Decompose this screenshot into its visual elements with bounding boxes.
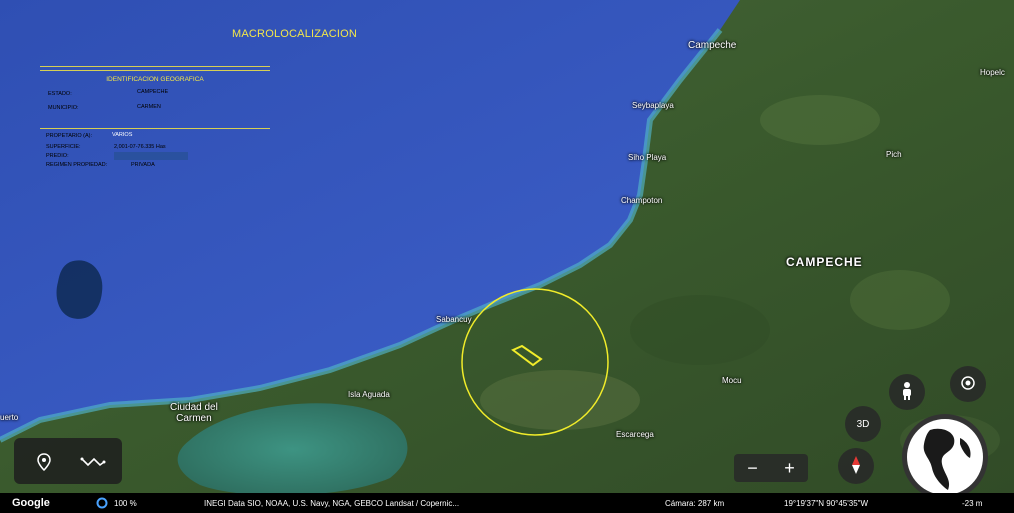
regimen-value: PRIVADA xyxy=(131,162,155,168)
place-label[interactable]: Pich xyxy=(886,150,902,159)
place-label[interactable]: uerto xyxy=(0,413,18,422)
elevation: -23 m xyxy=(962,498,983,508)
map-title: MACROLOCALIZACION xyxy=(232,28,358,40)
location-target-icon xyxy=(959,374,977,395)
compass-icon xyxy=(850,455,862,478)
state-label: CAMPECHE xyxy=(786,255,863,269)
place-label[interactable]: Hopelc xyxy=(980,68,1005,77)
place-label[interactable]: Mocu xyxy=(722,376,742,385)
camera-altitude: Cámara: 287 km xyxy=(665,498,725,508)
3d-toggle-button[interactable]: 3D xyxy=(845,406,881,442)
loading-ring-icon xyxy=(96,497,108,511)
zoom-out-button[interactable]: − xyxy=(747,458,758,479)
municipio-label: MUNICIPIO: xyxy=(48,105,79,111)
deep-water-patch xyxy=(56,260,103,319)
globe-navigator[interactable] xyxy=(902,414,988,500)
superficie-label: SUPERFICIE: xyxy=(46,144,81,150)
place-label[interactable]: Campeche xyxy=(688,40,736,51)
regimen-label: REGIMEN PROPIEDAD: xyxy=(46,162,108,168)
place-label[interactable]: Isla Aguada xyxy=(348,390,390,399)
loading-percent: 100 % xyxy=(114,498,137,508)
place-label[interactable]: Sabancuy xyxy=(436,315,472,324)
place-label[interactable]: Seybaplaya xyxy=(632,101,674,110)
place-label[interactable]: Escarcega xyxy=(616,430,654,439)
coordinates: 19°19'37"N 90°45'35"W xyxy=(784,498,869,508)
predio-value-box xyxy=(114,152,188,160)
zoom-controls: − + xyxy=(734,454,808,482)
estado-value: CAMPECHE xyxy=(137,89,169,95)
placemark-icon[interactable] xyxy=(36,453,52,476)
tools-panel xyxy=(14,438,122,484)
attribution[interactable]: INEGI Data SIO, NOAA, U.S. Navy, NGA, GE… xyxy=(204,499,459,508)
place-label[interactable]: Ciudad del Carmen xyxy=(170,402,218,424)
google-logo: Google xyxy=(12,497,50,509)
predio-label: PREDIO: xyxy=(46,153,69,159)
place-label[interactable]: Siho Playa xyxy=(628,153,666,162)
place-label[interactable]: Champoton xyxy=(621,196,662,205)
pegman-icon xyxy=(900,381,914,404)
municipio-value: CARMEN xyxy=(137,104,161,110)
divider xyxy=(40,70,270,71)
propietario-value: VARIOS xyxy=(112,132,133,138)
path-icon[interactable] xyxy=(80,455,106,474)
my-location-button[interactable] xyxy=(950,366,986,402)
superficie-value: 2,001-07-76.335 Has xyxy=(114,144,166,150)
panel-heading: IDENTIFICACION GEOGRAFICA xyxy=(106,76,204,83)
divider xyxy=(40,66,270,67)
info-panel: IDENTIFICACION GEOGRAFICA xyxy=(40,66,270,83)
estado-label: ESTADO: xyxy=(48,91,72,97)
status-bar: Google 100 % INEGI Data SIO, NOAA, U.S. … xyxy=(0,493,1014,513)
street-view-button[interactable] xyxy=(889,374,925,410)
zoom-in-button[interactable]: + xyxy=(784,458,795,479)
compass-button[interactable] xyxy=(838,448,874,484)
divider xyxy=(40,128,270,129)
propietario-label: PROPETARIO (A): xyxy=(46,133,93,139)
